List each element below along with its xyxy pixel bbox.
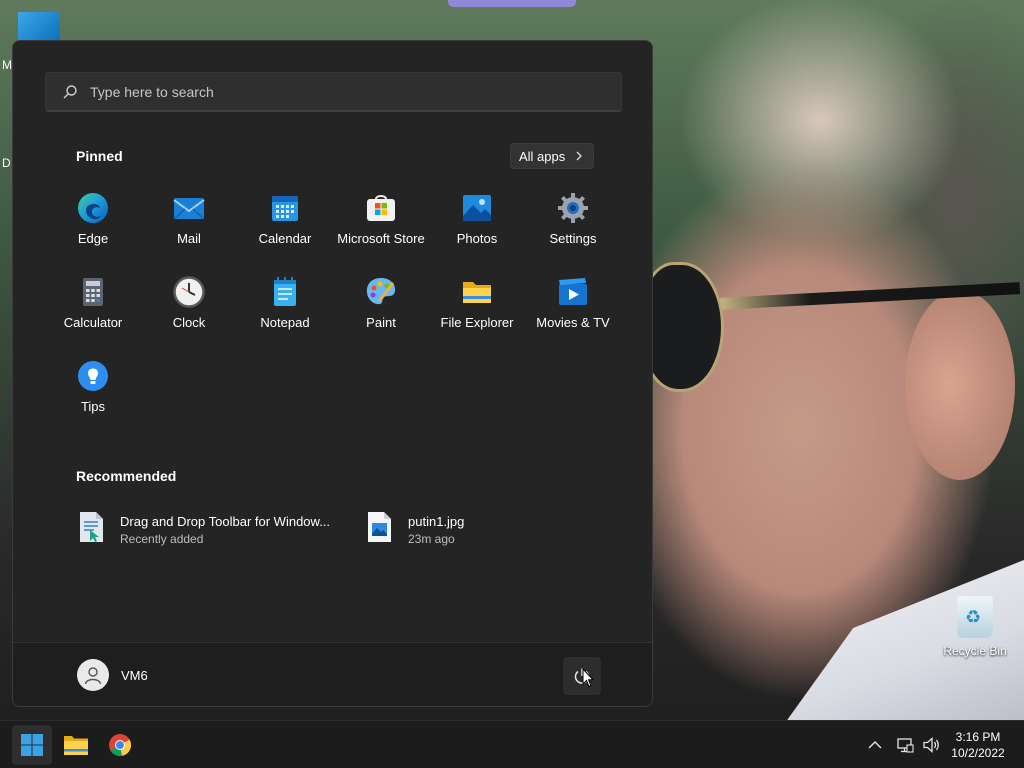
recommended-item-title: Drag and Drop Toolbar for Window...: [120, 514, 331, 529]
search-icon: [63, 84, 77, 98]
paint-icon: [366, 278, 396, 305]
pinned-app-paint[interactable]: Paint: [333, 271, 429, 355]
system-tray: [866, 721, 942, 768]
pinned-app-photos[interactable]: Photos: [429, 187, 525, 271]
movies-tv-icon: [559, 278, 587, 305]
file-explorer-button[interactable]: [56, 725, 96, 765]
all-apps-label: All apps: [519, 148, 566, 164]
edge-icon: [78, 193, 108, 223]
calendar-icon: [272, 196, 298, 221]
taskbar: 3:16 PM 10/2/2022: [0, 720, 1024, 768]
recycle-bin-icon: ♻: [957, 596, 993, 638]
recommended-item-text: putin1.jpg 23m ago: [408, 510, 464, 546]
app-label: Clock: [172, 315, 206, 330]
desktop-icon-label-fragment: D: [2, 156, 11, 170]
recommended-item[interactable]: Drag and Drop Toolbar for Window... Rece…: [76, 510, 330, 546]
start-search-box[interactable]: [45, 72, 622, 112]
pinned-app-tips[interactable]: Tips: [45, 355, 141, 439]
app-label: Settings: [549, 231, 597, 246]
mouse-cursor-icon: [582, 668, 594, 688]
search-input[interactable]: [90, 83, 621, 100]
pinned-app-microsoft-store[interactable]: Microsoft Store: [333, 187, 429, 271]
wallpaper-top-bar: [448, 0, 576, 7]
desktop-icon-label-fragment: M: [2, 58, 12, 72]
avatar: [77, 659, 109, 691]
pinned-app-settings[interactable]: Settings: [525, 187, 621, 271]
pinned-app-movies-tv[interactable]: Movies & TV: [525, 271, 621, 355]
app-label: Mail: [177, 231, 201, 246]
recommended-item-subtitle: 23m ago: [408, 532, 455, 546]
recommended-item[interactable]: putin1.jpg 23m ago: [364, 510, 464, 546]
photos-icon: [463, 195, 491, 221]
notepad-icon: [274, 277, 296, 306]
recommended-item-text: Drag and Drop Toolbar for Window... Rece…: [120, 510, 330, 546]
start-menu-footer: VM6: [13, 642, 652, 706]
installer-icon: [80, 512, 103, 542]
wallpaper-shape: [905, 290, 1015, 480]
pinned-apps-grid: Edge Mail Calendar Microsoft Store Photo…: [45, 187, 621, 439]
app-label: Movies & TV: [536, 315, 610, 330]
pinned-app-edge[interactable]: Edge: [45, 187, 141, 271]
user-account-button[interactable]: VM6: [77, 659, 148, 691]
user-name: VM6: [121, 667, 148, 683]
settings-icon: [558, 193, 588, 223]
pinned-app-calendar[interactable]: Calendar: [237, 187, 333, 271]
app-label: Photos: [456, 231, 498, 246]
tips-icon: [78, 361, 108, 391]
recycle-bin-shortcut[interactable]: ♻ Recycle Bin: [938, 596, 1012, 658]
recommended-item-subtitle: Recently added: [120, 532, 204, 546]
app-label: Microsoft Store: [337, 231, 425, 246]
pinned-app-mail[interactable]: Mail: [141, 187, 237, 271]
clock-icon: [173, 276, 205, 308]
start-menu: Pinned All apps Edge Mail: [12, 40, 653, 707]
recommended-heading: Recommended: [76, 468, 177, 484]
pinned-app-notepad[interactable]: Notepad: [237, 271, 333, 355]
windows-logo-icon: [21, 734, 43, 756]
volume-icon[interactable]: [922, 736, 942, 754]
store-icon: [367, 195, 395, 221]
app-label: Calculator: [63, 315, 123, 330]
chrome-button[interactable]: [100, 725, 140, 765]
app-label: Edge: [77, 231, 109, 246]
chrome-icon: [109, 734, 132, 757]
start-button[interactable]: [12, 725, 52, 765]
all-apps-button[interactable]: All apps: [510, 143, 595, 169]
pinned-app-file-explorer[interactable]: File Explorer: [429, 271, 525, 355]
pinned-app-clock[interactable]: Clock: [141, 271, 237, 355]
pinned-app-calculator[interactable]: Calculator: [45, 271, 141, 355]
user-icon: [84, 667, 102, 685]
clock-date: 10/2/2022: [951, 746, 1005, 760]
app-label: Paint: [366, 315, 396, 330]
chevron-right-icon: [576, 151, 583, 161]
image-file-icon: [368, 512, 391, 542]
folder-icon: [64, 736, 88, 755]
recycle-bin-label: Recycle Bin: [943, 644, 1007, 658]
clock-time: 3:16 PM: [955, 730, 1001, 744]
file-explorer-icon: [463, 282, 491, 303]
recommended-item-title: putin1.jpg: [408, 514, 465, 529]
network-icon[interactable]: [896, 736, 914, 754]
mail-icon: [173, 198, 205, 220]
app-label: File Explorer: [440, 315, 514, 330]
app-label: Calendar: [258, 231, 312, 246]
pinned-heading: Pinned: [76, 148, 123, 164]
chevron-up-icon[interactable]: [866, 736, 884, 754]
app-label: Tips: [80, 399, 106, 414]
desktop-icon-partial[interactable]: [18, 12, 60, 42]
calculator-icon: [83, 278, 103, 306]
app-label: Notepad: [260, 315, 310, 330]
taskbar-clock[interactable]: 3:16 PM 10/2/2022: [940, 729, 1016, 761]
